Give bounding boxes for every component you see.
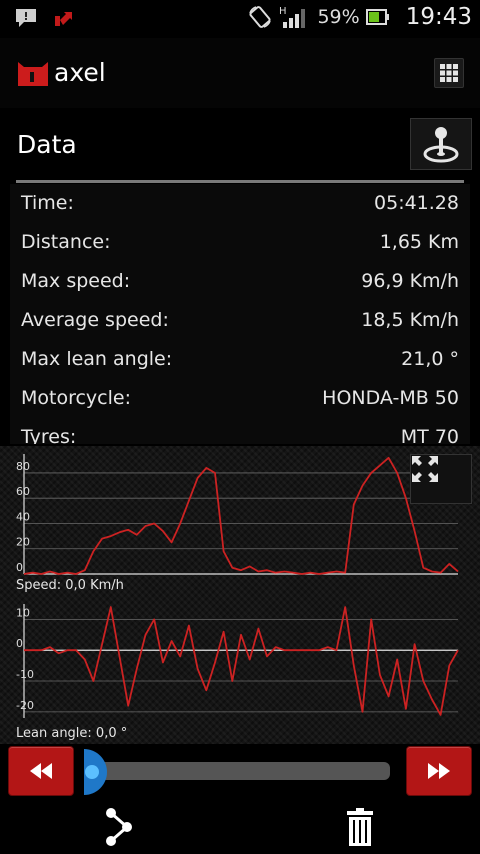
rewind-icon — [30, 763, 52, 779]
clock: 19:43 — [405, 4, 472, 30]
speed-tick-label: 0 — [16, 561, 23, 574]
stat-value: 96,9 Km/h — [361, 270, 459, 292]
playback-thumb[interactable] — [84, 749, 114, 795]
fullscreen-button[interactable] — [410, 454, 472, 504]
fast-forward-button[interactable] — [406, 746, 472, 796]
stat-label: Max speed: — [21, 270, 131, 292]
speed-readout: Speed: 0,0 Km/h — [16, 578, 124, 593]
lean-angle-tick-label: -20 — [16, 699, 34, 712]
speed-tick-label: 40 — [16, 510, 30, 523]
speed-tick-label: 20 — [16, 536, 30, 549]
share-button[interactable] — [100, 806, 140, 848]
stat-value: 21,0 ° — [401, 348, 459, 370]
app-title: axel — [54, 58, 106, 87]
share-icon — [106, 808, 132, 846]
stat-value: HONDA-MB 50 — [322, 387, 459, 409]
upload-icon — [55, 12, 72, 26]
lean-angle-series-line — [24, 606, 459, 716]
stat-row-max-speed: Max speed: 96,9 Km/h — [10, 262, 470, 301]
chat-notification-icon — [16, 9, 36, 27]
charts-panel[interactable]: 0 20 40 60 80 10 0 -10 -20 Speed: 0,0 Km/h Lean … — [0, 446, 480, 744]
fast-forward-icon — [428, 763, 450, 779]
status-bar: H 59% 19:43 — [0, 0, 480, 38]
stat-label: Motorcycle: — [21, 387, 131, 409]
lean-angle-tick-label: 0 — [16, 637, 23, 650]
rewind-button[interactable] — [8, 746, 74, 796]
stat-row-motorcycle: Motorcycle: HONDA-MB 50 — [10, 379, 470, 418]
playback-controls — [0, 744, 480, 800]
rotate-icon — [249, 6, 272, 28]
menu-grid-button[interactable] — [434, 58, 464, 88]
stat-label: Average speed: — [21, 309, 169, 331]
section-divider — [16, 180, 464, 183]
lean-angle-tick-label: -10 — [16, 668, 34, 681]
stat-row-time: Time: 05:41.28 — [10, 184, 470, 223]
axel-logo — [18, 62, 48, 86]
signal-icon: H — [279, 6, 306, 28]
stat-row-max-lean-angle: Max lean angle: 21,0 ° — [10, 340, 470, 379]
trash-icon — [347, 808, 373, 846]
battery-icon — [365, 9, 389, 25]
app-header: axel — [0, 38, 480, 108]
stat-row-distance: Distance: 1,65 Km — [10, 223, 470, 262]
stat-row-tyres: Tyres: MT 70 — [10, 418, 470, 444]
delete-button[interactable] — [340, 806, 380, 848]
stat-value: MT 70 — [400, 426, 459, 444]
stats-list[interactable]: Time: 05:41.28 Distance: 1,65 Km Max spe… — [10, 184, 470, 444]
map-pin-icon — [423, 127, 459, 163]
stat-value: 18,5 Km/h — [361, 309, 459, 331]
stat-value: 05:41.28 — [374, 192, 459, 214]
stat-label: Time: — [21, 192, 74, 214]
telemetry-charts: 020406080100-10-20 — [16, 454, 459, 718]
speed-tick-label: 80 — [16, 460, 30, 473]
section-title: Data — [17, 130, 77, 159]
stat-label: Tyres: — [21, 426, 77, 444]
lean-angle-tick-label: 10 — [16, 606, 30, 619]
grid-icon — [440, 64, 458, 82]
speed-tick-label: 60 — [16, 485, 30, 498]
stat-label: Distance: — [21, 231, 111, 253]
lean-angle-readout: Lean angle: 0,0 ° — [16, 726, 128, 741]
expand-icon — [412, 456, 438, 482]
stat-row-average-speed: Average speed: 18,5 Km/h — [10, 301, 470, 340]
speed-series-line — [23, 456, 459, 575]
bottom-action-bar — [0, 800, 480, 854]
data-header: Data — [0, 108, 480, 184]
battery-percent: 59% — [317, 6, 360, 28]
network-type-label: H — [279, 6, 287, 17]
map-view-button[interactable] — [410, 118, 472, 170]
stat-label: Max lean angle: — [21, 348, 173, 370]
playback-track[interactable] — [88, 762, 390, 780]
stat-value: 1,65 Km — [379, 231, 459, 253]
